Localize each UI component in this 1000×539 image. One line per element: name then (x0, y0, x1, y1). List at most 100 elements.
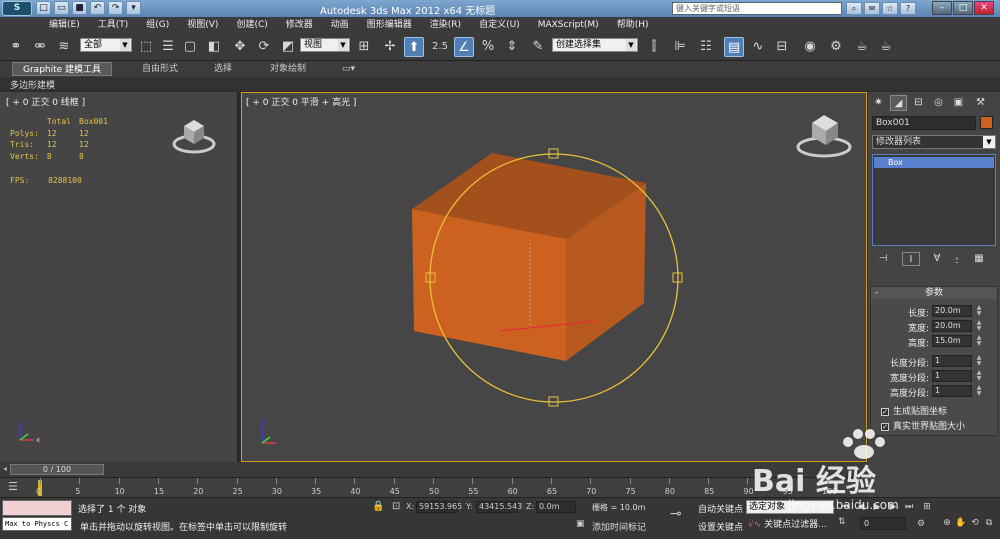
pan-icon[interactable]: ✋ (954, 516, 968, 530)
spinner-icon[interactable]: ▲ ▼ (975, 370, 983, 382)
search-icon[interactable]: ⌕ (846, 2, 862, 15)
tab-graphite-modeling[interactable]: Graphite 建模工具 (12, 62, 113, 76)
rotate-icon[interactable]: ⟳ (254, 37, 274, 57)
create-tab-icon[interactable]: ✷ (870, 95, 887, 111)
menu-help[interactable]: 帮助(H) (608, 17, 658, 33)
unlink-icon[interactable]: ⚮ (30, 37, 50, 57)
key-icon[interactable]: ⊸ (670, 506, 682, 522)
undo-icon[interactable]: ↶ (90, 1, 105, 15)
menu-create[interactable]: 创建(C) (227, 17, 276, 33)
scale-icon[interactable]: ◩ (278, 37, 298, 57)
width-segs-input[interactable]: 1 (932, 370, 972, 382)
tab-object-paint[interactable]: 对象绘制 (260, 62, 316, 76)
menu-group[interactable]: 组(G) (137, 17, 178, 33)
minimize-button[interactable]: – (932, 1, 952, 15)
select-by-name-icon[interactable]: ☰ (158, 37, 178, 57)
dropdown-icon[interactable]: ▾ (126, 1, 141, 15)
gen-mapping-coords-checkbox[interactable]: ✓ 生成贴图坐标 (881, 404, 999, 418)
object-name-field[interactable]: Box001 (872, 116, 976, 130)
tab-freeform[interactable]: 自由形式 (132, 62, 188, 76)
stack-item-box[interactable]: Box (874, 157, 994, 168)
time-tag-icon[interactable]: ▣ (576, 519, 586, 529)
schematic-view-icon[interactable]: ⊟ (772, 37, 792, 57)
chevron-left-icon[interactable]: ◂ (0, 464, 10, 475)
mirror-icon[interactable]: ⫿ (644, 37, 664, 57)
show-end-result-icon[interactable]: Ⅰ (902, 252, 920, 266)
menu-views[interactable]: 视图(V) (178, 17, 227, 33)
angle-snap-icon[interactable]: ∠ (454, 37, 474, 57)
bind-space-warp-icon[interactable]: ≋ (54, 37, 74, 57)
open-icon[interactable]: ▭ (54, 1, 69, 15)
named-selection-dropdown[interactable]: 创建选择集 ▼ (552, 38, 638, 52)
star-icon[interactable]: ☆ (882, 2, 898, 15)
new-icon[interactable]: □ (36, 1, 51, 15)
maxscript-listener-output[interactable] (2, 500, 72, 516)
graphite-toggle-icon[interactable]: ▤ (724, 37, 744, 57)
track-bar[interactable]: ☰ 0 5 10 15 20 25 30 35 40 45 50 55 60 65 70 75 80 85 90 95… (0, 477, 868, 497)
spinner-icon[interactable]: ▲ ▼ (975, 305, 983, 317)
polygon-modeling-label[interactable]: 多边形建模 (10, 78, 55, 91)
3dsmax-logo-icon[interactable]: S (2, 1, 32, 16)
x-coordinate-field[interactable]: 59153.965 (416, 501, 462, 513)
height-segs-input[interactable]: 1 (932, 385, 972, 397)
close-button[interactable]: ✕ (974, 1, 994, 15)
align-icon[interactable]: ⊫ (670, 37, 690, 57)
rectangular-selection-icon[interactable]: ▢ (180, 37, 200, 57)
move-icon[interactable]: ✥ (230, 37, 250, 57)
redo-icon[interactable]: ↷ (108, 1, 123, 15)
link-icon[interactable]: ⚭ (6, 37, 26, 57)
maxscript-mini-listener[interactable]: Max to Physcs C (2, 517, 72, 531)
menu-customize[interactable]: 自定义(U) (470, 17, 529, 33)
add-time-tag-button[interactable]: 添加时间标记 (592, 520, 646, 533)
display-tab-icon[interactable]: ▣ (950, 95, 967, 111)
parameters-header[interactable]: - 参数 (871, 287, 997, 299)
help-search-input[interactable]: 键入关键字或短语 (672, 2, 842, 15)
menu-edit[interactable]: 编辑(E) (40, 17, 89, 33)
time-slider[interactable]: ◂ 0 / 100 ▸ (0, 462, 868, 477)
make-unique-icon[interactable]: ∀ (928, 252, 946, 266)
save-icon[interactable]: ■ (72, 1, 87, 15)
ribbon-options-icon[interactable]: ▭▾ (332, 62, 365, 76)
absolute-mode-icon[interactable]: ⊡ (392, 501, 400, 512)
set-key-button[interactable]: 设置关键点 (698, 520, 743, 533)
edit-named-selection-icon[interactable]: ✎ (528, 37, 548, 57)
utilities-tab-icon[interactable]: ⚒ (972, 95, 989, 111)
remove-modifier-icon[interactable]: ⍛ (948, 252, 966, 266)
menu-rendering[interactable]: 渲染(R) (421, 17, 470, 33)
spinner-icon[interactable]: ▲ ▼ (975, 320, 983, 332)
select-object-icon[interactable]: ⬚ (136, 37, 156, 57)
viewcube-icon[interactable] (796, 115, 852, 158)
layer-manager-icon[interactable]: ☷ (696, 37, 716, 57)
spinner-icon[interactable]: ▲ ▼ (975, 335, 983, 347)
motion-tab-icon[interactable]: ◎ (930, 95, 947, 111)
time-configuration-icon[interactable]: ⚙ (914, 517, 928, 531)
hierarchy-tab-icon[interactable]: ⊟ (910, 95, 927, 111)
selection-filter-dropdown[interactable]: 全部 ▼ (80, 38, 132, 52)
menu-modifiers[interactable]: 修改器 (277, 17, 322, 33)
render-production-icon[interactable]: ☕ (876, 37, 896, 57)
left-viewport[interactable]: [ + 0 正交 0 线框 ] Total Box001 Polys: 12 1… (0, 92, 238, 462)
length-segs-input[interactable]: 1 (932, 355, 972, 367)
height-input[interactable]: 15.0m (932, 335, 972, 347)
help-icon[interactable]: ? (900, 2, 916, 15)
y-coordinate-field[interactable]: 43415.543 (476, 501, 522, 513)
time-slider-handle[interactable]: 0 / 100 (10, 464, 104, 475)
auto-key-button[interactable]: 自动关键点 (698, 502, 743, 515)
configure-sets-icon[interactable]: ▦ (970, 252, 988, 266)
orbit-icon[interactable]: ⟲ (968, 516, 982, 530)
object-color-swatch[interactable] (980, 116, 993, 129)
maximize-viewport-icon[interactable]: ⧉ (982, 516, 996, 530)
width-input[interactable]: 20.0m (932, 320, 972, 332)
spinner-icon[interactable]: ▲ ▼ (975, 355, 983, 367)
frame-spinner-icon[interactable]: ⇅ (838, 517, 854, 530)
curve-editor-icon[interactable]: ∿ (748, 37, 768, 57)
zoom-icon[interactable]: ⊕ (940, 516, 954, 530)
menu-graph-editors[interactable]: 图形编辑器 (358, 17, 421, 33)
material-editor-icon[interactable]: ◉ (800, 37, 820, 57)
mini-curve-editor-icon[interactable]: ☰ (8, 480, 26, 494)
spinner-icon[interactable]: ▲ ▼ (975, 385, 983, 397)
percent-snap-icon[interactable]: % (478, 37, 498, 57)
spinner-snap-icon[interactable]: ⇕ (502, 37, 522, 57)
modify-tab-icon[interactable]: ◢ (890, 95, 907, 111)
lock-selection-icon[interactable]: 🔒 (372, 501, 384, 512)
